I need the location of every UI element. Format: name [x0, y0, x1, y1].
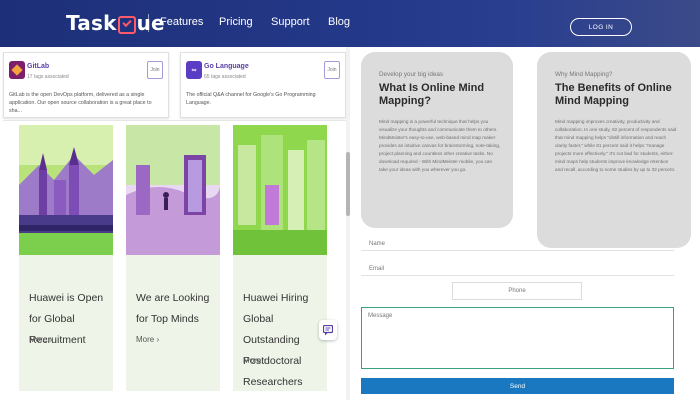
- nav-link-blog[interactable]: Blog: [328, 16, 350, 28]
- join-button[interactable]: Join: [324, 61, 340, 79]
- go-logo-icon: ∞: [186, 61, 202, 79]
- more-link-label: More: [29, 335, 48, 344]
- section-divider: [3, 120, 349, 121]
- news-image-castle: [19, 125, 113, 255]
- more-link[interactable]: More ›: [243, 356, 266, 365]
- feature-card-what-is: Develop your big ideas What Is Online Mi…: [361, 52, 513, 228]
- news-card[interactable]: Huawei Hiring Global Outstanding Postdoc…: [233, 125, 327, 391]
- more-link[interactable]: More ›: [29, 335, 52, 344]
- news-title[interactable]: Huawei Hiring Global Outstanding Postdoc…: [243, 288, 325, 393]
- news-image-door: [126, 125, 220, 255]
- email-field[interactable]: Email: [361, 262, 674, 276]
- chevron-right-icon: ›: [263, 356, 267, 365]
- news-card[interactable]: Huawei is Open for Global Recruitment Mo…: [19, 125, 113, 391]
- gitlab-logo-icon: [9, 61, 25, 79]
- group-description: GitLab is the open DevOps platform, deli…: [9, 92, 152, 114]
- chevron-right-icon: ›: [49, 335, 53, 344]
- feature-body: Mind mapping improves creativity, produc…: [555, 119, 677, 172]
- group-name[interactable]: Go Language: [204, 63, 249, 70]
- feature-title: What Is Online Mind Mapping?: [379, 82, 485, 107]
- brand-logo-prefix: Task: [66, 11, 117, 35]
- nav-link-support[interactable]: Support: [271, 16, 310, 28]
- scrollbar-track[interactable]: [346, 47, 350, 400]
- chevron-right-icon: ›: [156, 335, 160, 344]
- join-button[interactable]: Join: [147, 61, 163, 79]
- news-card[interactable]: We are Looking for Top Minds More ›: [126, 125, 220, 391]
- login-button[interactable]: LOG IN: [570, 18, 632, 36]
- brand-divider: [148, 14, 149, 32]
- news-title[interactable]: We are Looking for Top Minds: [136, 288, 218, 330]
- more-link-label: More: [243, 356, 262, 365]
- group-card-gitlab[interactable]: GitLab 17 tags associated Join GitLab is…: [3, 52, 169, 118]
- phone-field[interactable]: Phone: [452, 282, 582, 300]
- feature-card-benefits: Why Mind Mapping? The Benefits of Online…: [537, 52, 691, 248]
- feature-title: The Benefits of Online Mind Mapping: [555, 82, 672, 107]
- more-link[interactable]: More ›: [136, 335, 159, 344]
- feature-body: Mind mapping is a powerful technique tha…: [379, 119, 501, 172]
- message-field[interactable]: [361, 307, 674, 369]
- group-card-go-language[interactable]: ∞ Go Language 65 tags associated Join Th…: [180, 52, 346, 118]
- check-icon: [117, 16, 136, 34]
- top-navbar: Task ue Features Pricing Support Blog LO…: [0, 0, 700, 47]
- name-field[interactable]: Name: [361, 237, 674, 251]
- feature-eyebrow: Why Mind Mapping?: [555, 71, 613, 78]
- group-name[interactable]: GitLab: [27, 63, 49, 70]
- news-image-city: [233, 125, 327, 255]
- brand-logo[interactable]: Task ue: [66, 10, 165, 36]
- nav-link-pricing[interactable]: Pricing: [219, 16, 253, 28]
- group-tags-count: 17 tags associated: [27, 74, 69, 80]
- group-tags-count: 65 tags associated: [204, 74, 246, 80]
- chat-icon[interactable]: [319, 320, 337, 340]
- feature-eyebrow: Develop your big ideas: [379, 71, 444, 78]
- more-link-label: More: [136, 335, 155, 344]
- scrollbar-thumb[interactable]: [346, 152, 350, 216]
- group-description: The official Q&A channel for Google's Go…: [186, 92, 316, 106]
- send-button[interactable]: Send: [361, 378, 674, 394]
- nav-link-features[interactable]: Features: [160, 16, 203, 28]
